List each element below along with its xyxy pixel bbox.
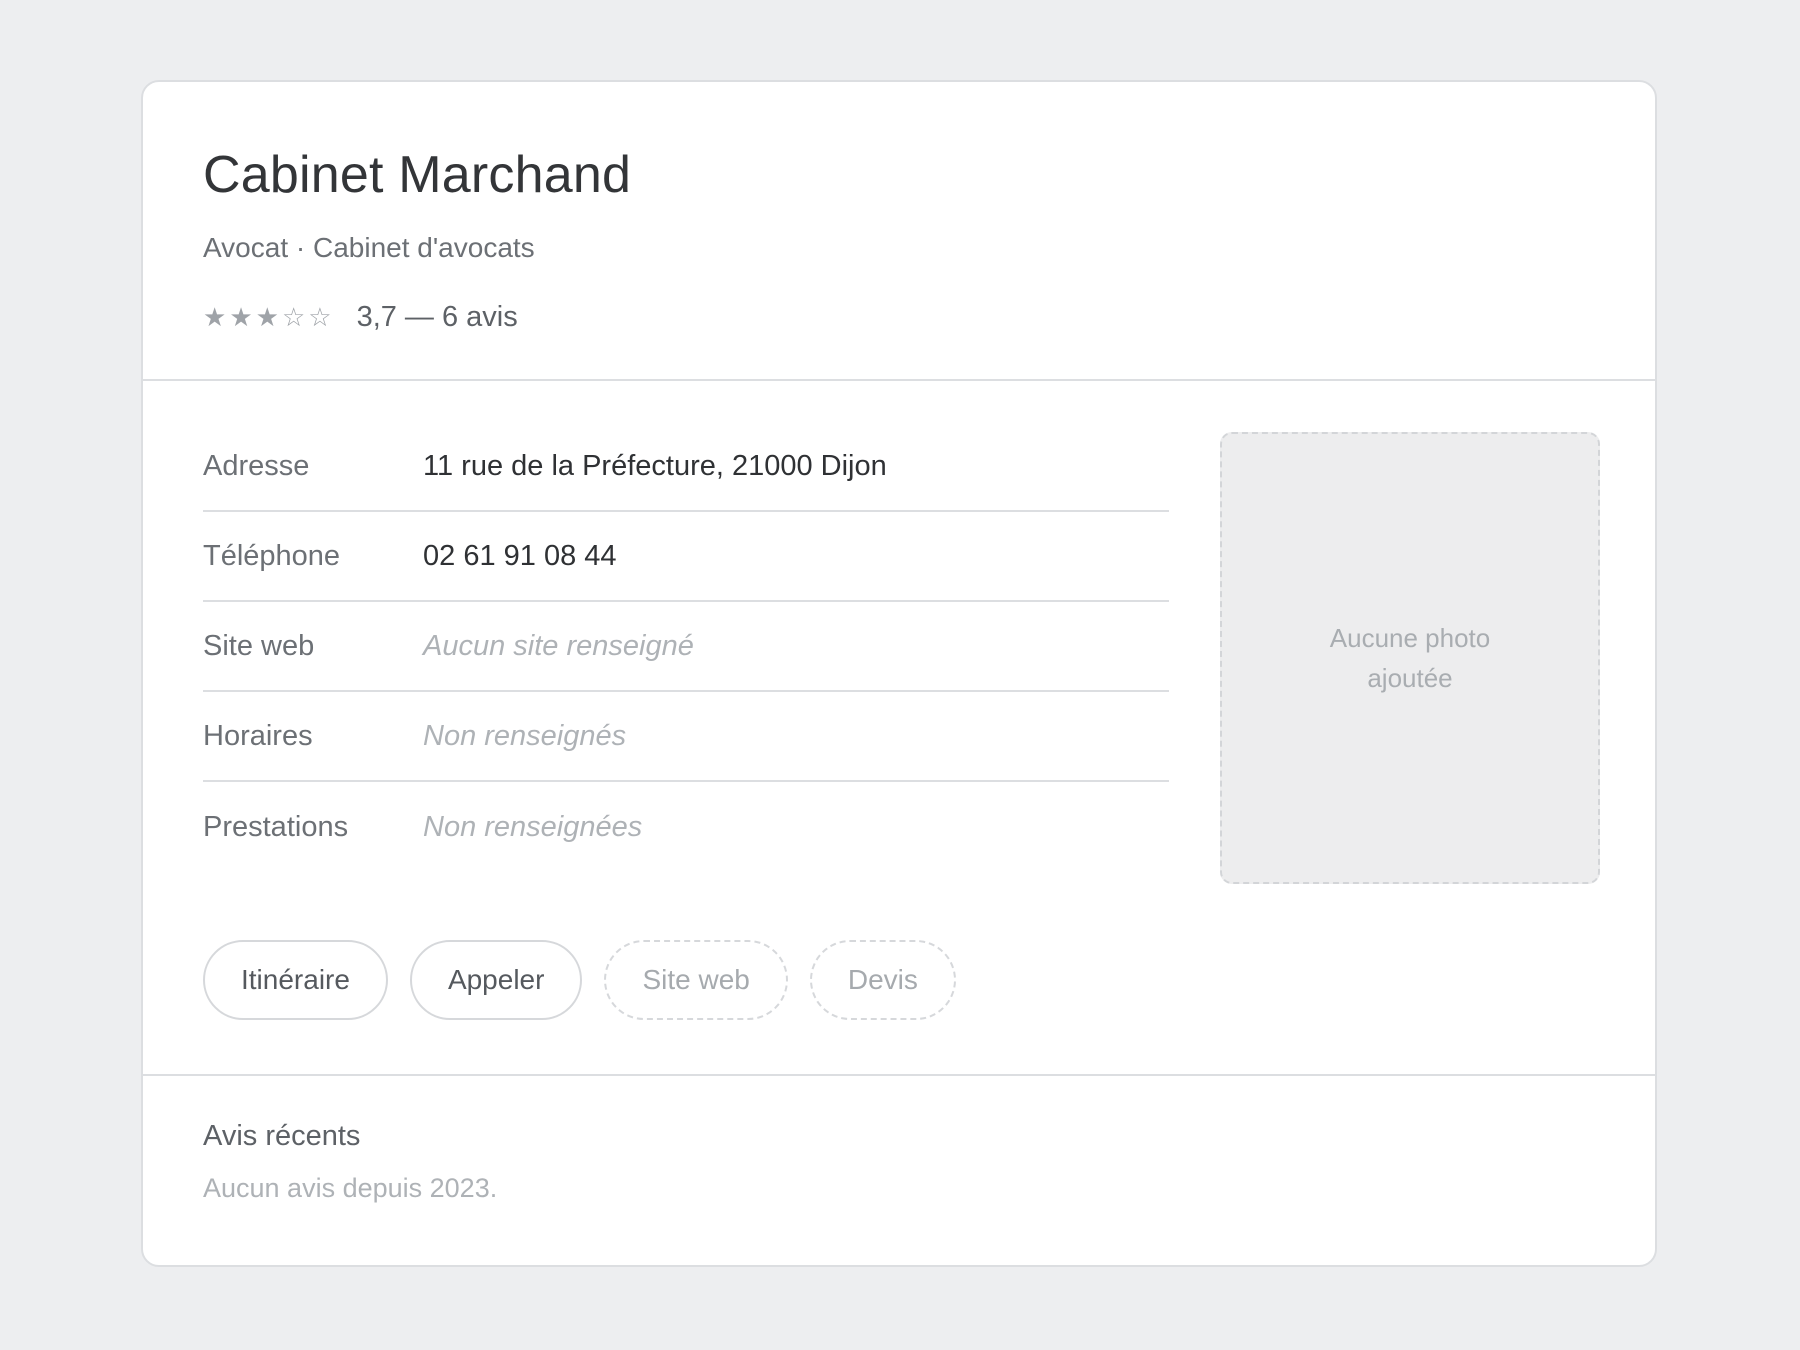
business-name: Cabinet Marchand xyxy=(203,146,632,204)
call-button[interactable]: Appeler xyxy=(409,940,583,1020)
recent-reviews-empty: Aucun avis depuis 2023. xyxy=(203,1173,498,1203)
detail-label: Site web xyxy=(203,629,315,662)
detail-row-address: Adresse 11 rue de la Préfecture, 21000 D… xyxy=(203,422,1169,512)
detail-value: Non renseignés xyxy=(423,719,627,752)
detail-label: Prestations xyxy=(203,810,349,843)
star-icon-1: ★ xyxy=(203,302,230,332)
rating-summary: ★ ★ ★ ☆ ☆ 3,7 — 6 avis xyxy=(203,301,518,334)
recent-reviews-section: Avis récents Aucun avis depuis 2023. xyxy=(143,1074,1655,1265)
detail-value: Aucun site renseigné xyxy=(423,629,694,662)
rating-text: 3,7 — 6 avis xyxy=(356,301,518,333)
details-list: Adresse 11 rue de la Préfecture, 21000 D… xyxy=(203,422,1169,872)
quote-button[interactable]: Devis xyxy=(809,940,956,1020)
detail-row-website: Site web Aucun site renseigné xyxy=(203,602,1169,692)
detail-value[interactable]: 02 61 91 08 44 xyxy=(423,540,617,573)
detail-label: Téléphone xyxy=(203,539,341,572)
business-header: Cabinet Marchand Avocat · Cabinet d'avoc… xyxy=(143,82,1655,381)
photo-placeholder[interactable]: Aucune photo ajoutée xyxy=(1220,432,1600,884)
detail-value: Non renseignées xyxy=(423,810,643,843)
detail-row-hours: Horaires Non renseignés xyxy=(203,692,1169,782)
detail-value[interactable]: 11 rue de la Préfecture, 21000 Dijon xyxy=(423,450,887,483)
photo-placeholder-text: Aucune photo ajoutée xyxy=(1329,623,1491,693)
detail-row-phone: Téléphone 02 61 91 08 44 xyxy=(203,512,1169,602)
action-buttons: Itinéraire Appeler Site web Devis xyxy=(203,940,956,1020)
star-icon-5: ☆ xyxy=(308,302,335,332)
directions-button[interactable]: Itinéraire xyxy=(203,940,388,1020)
star-icon-3: ★ xyxy=(255,302,282,332)
business-card: Cabinet Marchand Avocat · Cabinet d'avoc… xyxy=(141,80,1657,1267)
website-button[interactable]: Site web xyxy=(604,940,788,1020)
star-icon-4: ☆ xyxy=(281,302,309,332)
star-icon-2: ★ xyxy=(229,302,256,332)
detail-label: Horaires xyxy=(203,719,313,752)
rating-stars: ★ ★ ★ ☆ ☆ xyxy=(203,302,335,333)
detail-label: Adresse xyxy=(203,449,310,482)
business-category: Avocat · Cabinet d'avocats xyxy=(203,232,535,263)
detail-row-services: Prestations Non renseignées xyxy=(203,782,1169,872)
recent-reviews-title: Avis récents xyxy=(203,1120,361,1152)
